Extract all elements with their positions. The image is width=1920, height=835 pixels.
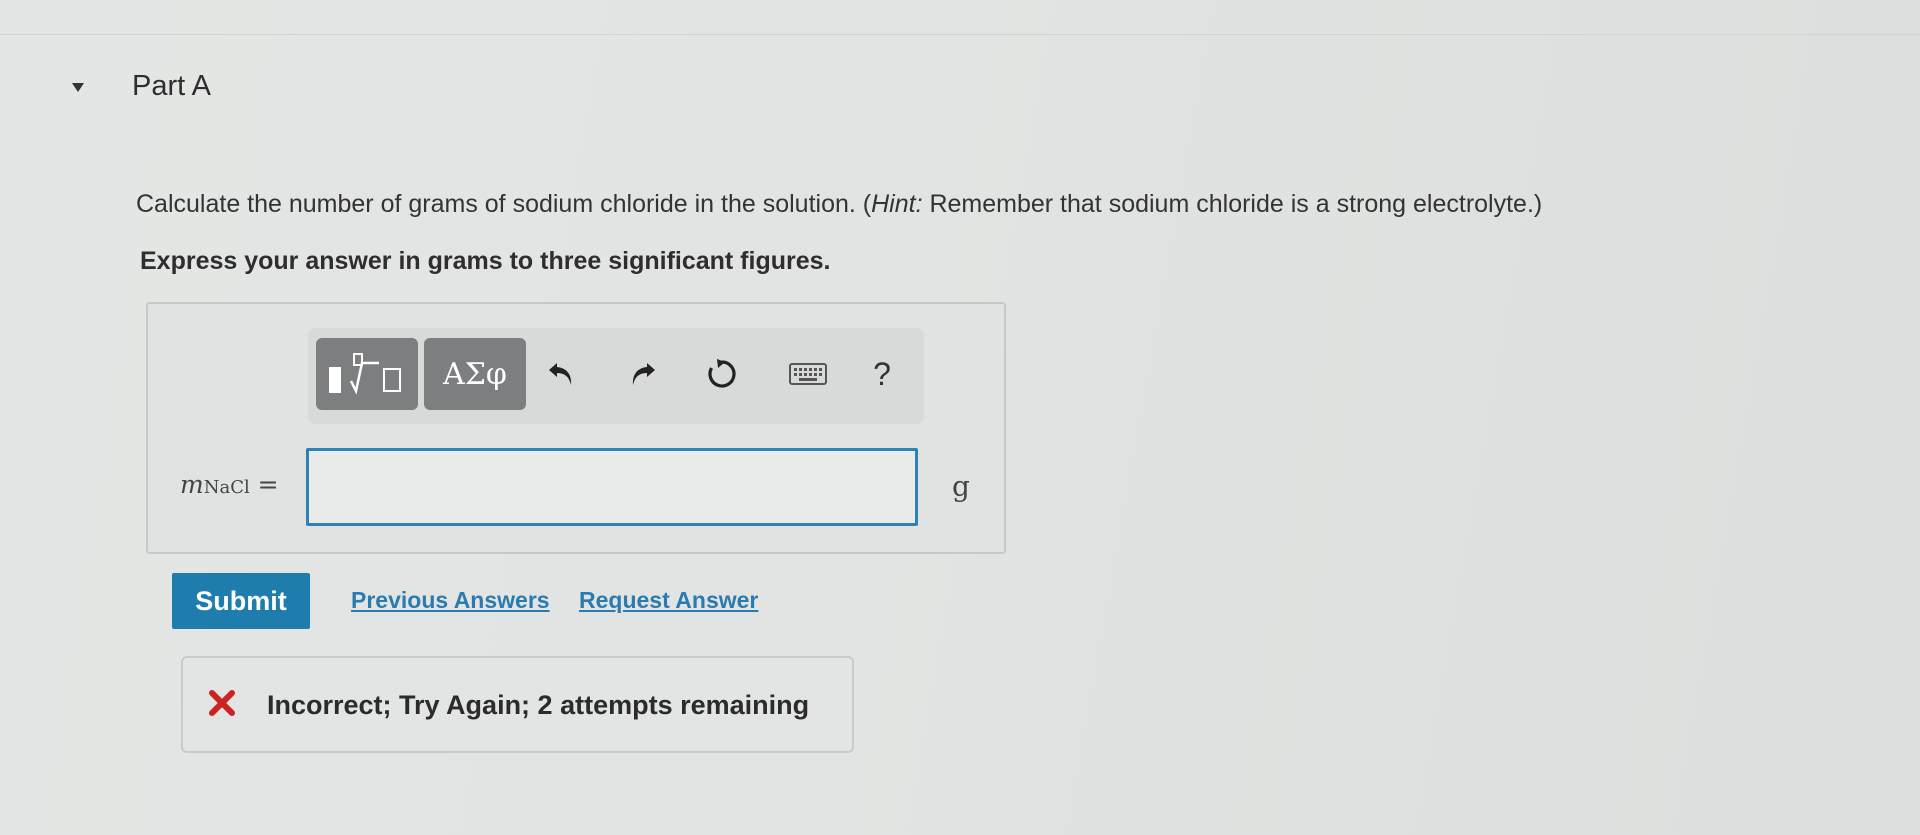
variable-subscript: NaCl: [203, 477, 250, 498]
templates-icon: [329, 353, 401, 395]
answer-instruction: Express your answer in grams to three si…: [140, 247, 831, 275]
feedback-message: Incorrect; Try Again; 2 attempts remaini…: [267, 690, 810, 720]
variable-symbol: m: [180, 470, 204, 499]
undo-icon: [549, 363, 572, 385]
variable-label: mNaCl =: [180, 470, 279, 499]
reset-button[interactable]: [694, 338, 750, 410]
redo-icon: [632, 363, 655, 385]
caret-down-icon: [72, 83, 84, 92]
question-text: Calculate the number of grams of sodium …: [136, 190, 1542, 219]
answer-panel: ΑΣφ ? mNaCl = g: [146, 302, 1006, 554]
templates-button[interactable]: [316, 338, 418, 410]
keyboard-button[interactable]: [780, 338, 836, 410]
equals-sign: =: [249, 470, 279, 499]
error-x-icon: [209, 690, 235, 716]
answer-input[interactable]: [306, 448, 918, 526]
help-button[interactable]: ?: [854, 338, 910, 410]
question-main: Calculate the number of grams of sodium …: [136, 190, 872, 218]
submit-button[interactable]: Submit: [172, 573, 310, 629]
reset-icon: [708, 359, 736, 388]
request-answer-link[interactable]: Request Answer: [579, 587, 758, 614]
keyboard-icon: [789, 363, 827, 385]
redo-button[interactable]: [614, 338, 670, 410]
hint-label: Hint:: [871, 190, 923, 218]
collapse-toggle[interactable]: [64, 78, 92, 98]
top-divider: [0, 34, 1920, 35]
part-title: Part A: [132, 70, 211, 102]
greek-symbols-button[interactable]: ΑΣφ: [424, 338, 526, 410]
feedback-box: Incorrect; Try Again; 2 attempts remaini…: [181, 656, 854, 753]
math-toolbar: ΑΣφ ?: [308, 328, 924, 424]
unit-label: g: [952, 470, 970, 503]
hint-text: Remember that sodium chloride is a stron…: [922, 190, 1543, 218]
previous-answers-link[interactable]: Previous Answers: [351, 587, 550, 614]
undo-button[interactable]: [534, 338, 590, 410]
help-icon: ?: [873, 355, 891, 392]
